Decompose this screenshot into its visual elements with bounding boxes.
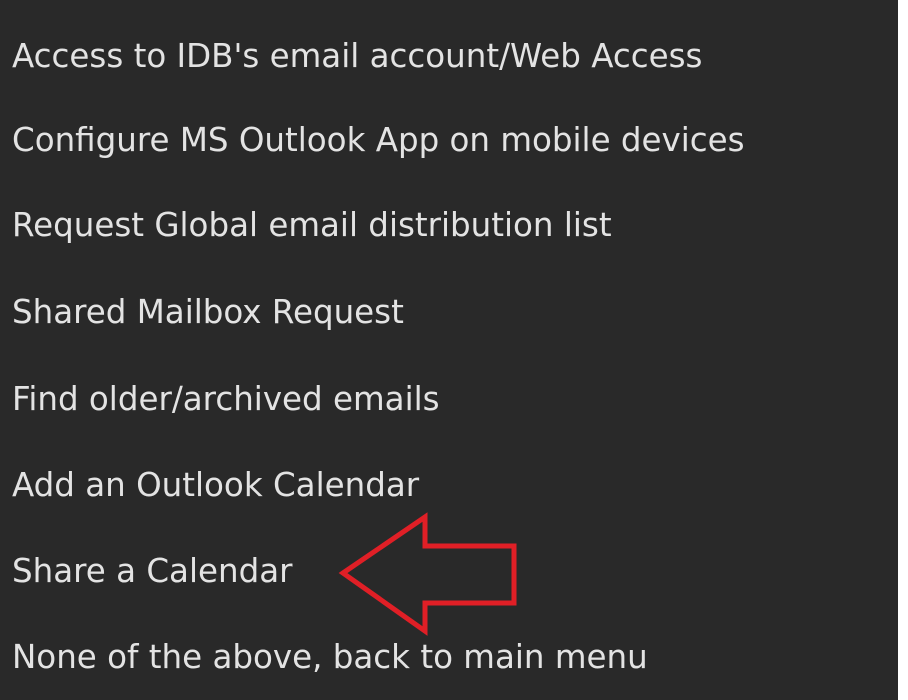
menu-panel: Access to IDB's email account/Web Access… bbox=[0, 0, 898, 700]
menu-item-add-outlook-calendar[interactable]: Add an Outlook Calendar bbox=[12, 453, 419, 517]
menu-item-find-archived-emails[interactable]: Find older/archived emails bbox=[12, 367, 440, 431]
menu-item-share-calendar[interactable]: Share a Calendar bbox=[12, 539, 293, 603]
menu-item-global-distribution-list[interactable]: Request Global email distribution list bbox=[12, 193, 612, 257]
menu-item-shared-mailbox[interactable]: Shared Mailbox Request bbox=[12, 280, 404, 344]
menu-item-configure-outlook-mobile[interactable]: Configure MS Outlook App on mobile devic… bbox=[12, 108, 745, 172]
menu-item-back-to-main-menu[interactable]: None of the above, back to main menu bbox=[12, 625, 648, 689]
menu-item-web-access[interactable]: Access to IDB's email account/Web Access bbox=[12, 24, 702, 88]
